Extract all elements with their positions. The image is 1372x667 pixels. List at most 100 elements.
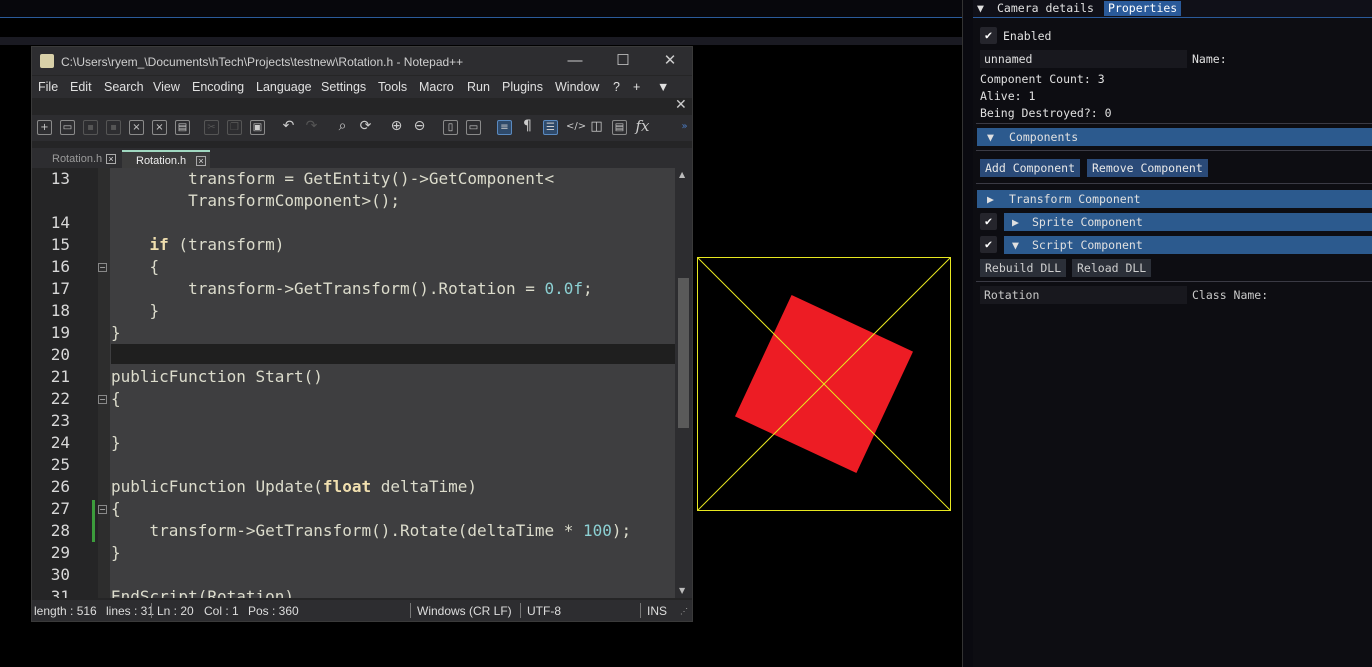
menu-add[interactable]: + bbox=[633, 80, 640, 94]
menu-file[interactable]: File bbox=[38, 80, 58, 94]
components-header[interactable]: ▼ Components bbox=[977, 128, 1372, 146]
reload-dll-button[interactable]: Reload DLL bbox=[1072, 259, 1152, 277]
status-eol[interactable]: Windows (CR LF) bbox=[417, 604, 512, 618]
script-enabled-checkbox[interactable]: ✔ bbox=[980, 236, 997, 253]
menu-tools[interactable]: Tools bbox=[378, 80, 407, 94]
function-list-icon[interactable]: fx bbox=[635, 119, 650, 135]
menu-search[interactable]: Search bbox=[104, 80, 144, 94]
replace-icon[interactable]: ⟳ bbox=[358, 119, 373, 135]
tab-label: Rotation.h bbox=[136, 155, 187, 167]
menu-help[interactable]: ? bbox=[613, 80, 620, 94]
tab-properties[interactable]: Properties bbox=[1104, 1, 1182, 16]
window-titlebar[interactable]: C:\Users\ryem_\Documents\hTech\Projects\… bbox=[32, 47, 692, 75]
code-line: transform = GetEntity()->GetComponent< bbox=[111, 169, 555, 188]
menu-encoding[interactable]: Encoding bbox=[192, 80, 244, 94]
enabled-checkbox[interactable]: ✔ bbox=[980, 27, 997, 44]
find-icon[interactable]: ⌕ bbox=[335, 119, 350, 135]
code-line: publicFunction Start() bbox=[111, 367, 323, 386]
rebuild-dll-button[interactable]: Rebuild DLL bbox=[980, 259, 1067, 277]
show-all-chars-icon[interactable]: ¶ bbox=[520, 119, 535, 135]
class-name-label: Class Name: bbox=[1192, 288, 1269, 302]
add-component-button[interactable]: Add Component bbox=[980, 159, 1081, 177]
menu-view[interactable]: View bbox=[153, 80, 180, 94]
cut-icon[interactable]: ✂ bbox=[204, 120, 219, 135]
indent-guide-icon[interactable]: ☰ bbox=[543, 120, 558, 135]
close-window-icon[interactable]: ✕ bbox=[655, 51, 685, 71]
line-number: 30 bbox=[50, 565, 70, 584]
code-line: } bbox=[111, 433, 121, 452]
line-number: 13 bbox=[50, 169, 70, 188]
undo-icon[interactable]: ↶ bbox=[281, 119, 296, 135]
notepad-app-icon bbox=[40, 54, 54, 68]
tab-close-icon[interactable]: × bbox=[106, 154, 116, 164]
scene-viewport[interactable] bbox=[697, 257, 951, 511]
new-file-icon[interactable]: + bbox=[37, 120, 52, 135]
status-line: Ln : 20 bbox=[157, 604, 194, 618]
document-tabs: Rotation.h × Rotation.h × bbox=[32, 148, 692, 168]
fold-toggle-icon[interactable]: − bbox=[98, 395, 107, 404]
toolbar-overflow-icon[interactable]: » bbox=[677, 120, 692, 135]
fold-toggle-icon[interactable]: − bbox=[98, 505, 107, 514]
menu-macro[interactable]: Macro bbox=[419, 80, 454, 94]
minimize-icon[interactable]: — bbox=[560, 51, 590, 71]
expanded-arrow-icon: ▼ bbox=[987, 130, 994, 144]
tab-rotation-h-1[interactable]: Rotation.h × bbox=[46, 150, 120, 168]
resize-grip-icon[interactable]: ⋰ bbox=[680, 607, 688, 616]
paste-icon[interactable]: ▣ bbox=[250, 120, 265, 135]
scroll-down-icon[interactable]: ▼ bbox=[679, 586, 685, 595]
sprite-component-header[interactable]: ▶ Sprite Component bbox=[1004, 213, 1372, 231]
print-icon[interactable]: ▤ bbox=[175, 120, 190, 135]
close-all-icon[interactable]: × bbox=[152, 120, 167, 135]
name-label: Name: bbox=[1192, 52, 1227, 66]
menu-edit[interactable]: Edit bbox=[70, 80, 92, 94]
components-header-label: Components bbox=[1009, 130, 1079, 144]
alive-count: Alive: 1 bbox=[980, 89, 1036, 103]
line-number: 25 bbox=[50, 455, 70, 474]
vertical-scrollbar[interactable]: ▲ ▼ bbox=[675, 168, 692, 598]
zoom-in-icon[interactable]: ⊕ bbox=[389, 119, 404, 135]
zoom-out-icon[interactable]: ⊖ bbox=[412, 119, 427, 135]
status-encoding[interactable]: UTF-8 bbox=[527, 604, 561, 618]
sprite-enabled-checkbox[interactable]: ✔ bbox=[980, 213, 997, 230]
tab-label: Rotation.h bbox=[52, 153, 103, 165]
transform-component-header[interactable]: ▶ Transform Component bbox=[977, 190, 1372, 208]
scrollbar-thumb[interactable] bbox=[678, 278, 689, 428]
word-wrap-icon[interactable]: ≡ bbox=[497, 120, 512, 135]
menu-run[interactable]: Run bbox=[467, 80, 490, 94]
copy-icon[interactable]: ❐ bbox=[227, 120, 242, 135]
maximize-icon[interactable]: ☐ bbox=[608, 51, 638, 71]
save-all-icon[interactable]: ▪ bbox=[106, 120, 121, 135]
sync-vertical-icon[interactable]: ▯ bbox=[443, 120, 458, 135]
collapsed-arrow-icon: ▶ bbox=[987, 192, 994, 206]
tab-close-icon[interactable]: × bbox=[196, 156, 206, 166]
tab-camera-details[interactable]: Camera details bbox=[993, 1, 1098, 16]
menu-plugins[interactable]: Plugins bbox=[502, 80, 543, 94]
remove-component-button[interactable]: Remove Component bbox=[1087, 159, 1208, 177]
collapse-arrow-icon[interactable]: ▼ bbox=[977, 1, 984, 16]
folder-as-workspace-icon[interactable]: ▤ bbox=[612, 120, 627, 135]
menu-settings[interactable]: Settings bbox=[321, 80, 366, 94]
scroll-up-icon[interactable]: ▲ bbox=[679, 170, 685, 179]
line-number: 15 bbox=[50, 235, 70, 254]
document-map-icon[interactable]: ◫ bbox=[589, 120, 604, 135]
code-editor[interactable]: 13 14 15 16 17 18 19 20 21 22 23 24 25 2… bbox=[32, 168, 692, 598]
sync-horizontal-icon[interactable]: ▭ bbox=[466, 120, 481, 135]
fold-toggle-icon[interactable]: − bbox=[98, 263, 107, 272]
status-column: Col : 1 bbox=[204, 604, 239, 618]
redo-icon[interactable]: ↷ bbox=[304, 119, 319, 135]
panel-tab-bar: ▼ Camera details Properties bbox=[973, 0, 1372, 18]
menu-window[interactable]: Window bbox=[555, 80, 599, 94]
open-file-icon[interactable]: ▭ bbox=[60, 120, 75, 135]
close-icon[interactable]: × bbox=[129, 120, 144, 135]
name-input[interactable]: unnamed bbox=[980, 50, 1187, 68]
menu-dropdown-icon[interactable]: ▼ bbox=[657, 80, 669, 94]
tab-rotation-h-2[interactable]: Rotation.h × bbox=[122, 150, 210, 168]
save-icon[interactable]: ▪ bbox=[83, 120, 98, 135]
menu-language[interactable]: Language bbox=[256, 80, 312, 94]
script-component-header[interactable]: ▼ Script Component bbox=[1004, 236, 1372, 254]
expanded-arrow-icon: ▼ bbox=[1012, 238, 1019, 252]
code-line: transform->GetTransform().Rotation = 0.0… bbox=[111, 279, 593, 298]
class-name-input[interactable]: Rotation bbox=[980, 286, 1187, 304]
xml-icon[interactable]: </> bbox=[566, 120, 586, 135]
close-doc-icon[interactable]: ✕ bbox=[675, 97, 687, 113]
